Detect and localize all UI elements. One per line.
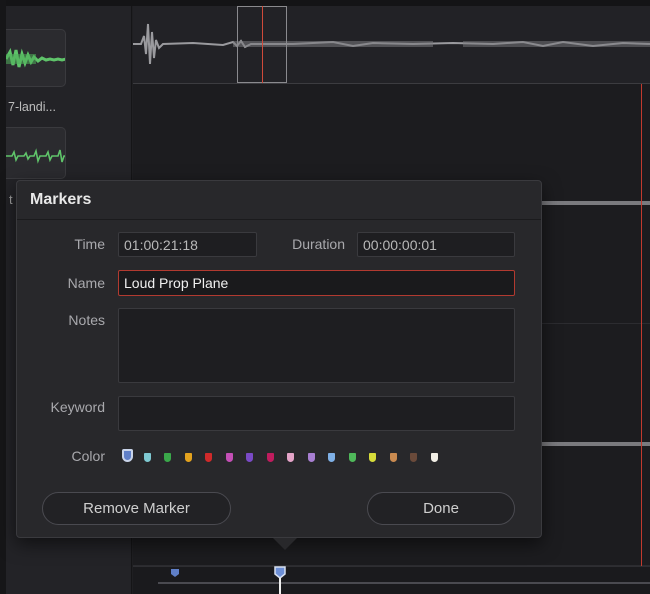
color-swatch-13[interactable] — [389, 453, 397, 462]
color-swatch-8[interactable] — [287, 453, 294, 462]
overview-playhead — [262, 6, 263, 83]
color-swatch-15[interactable] — [430, 453, 438, 462]
time-label: Time — [74, 236, 105, 252]
color-swatch-7[interactable] — [266, 453, 274, 462]
audio-clip-thumbnail-1[interactable] — [6, 29, 66, 87]
color-swatch-3[interactable] — [184, 453, 192, 462]
time-field[interactable]: 01:00:21:18 — [118, 232, 257, 257]
color-swatch-10[interactable] — [328, 453, 335, 462]
color-swatch-5[interactable] — [225, 453, 233, 462]
color-label: Color — [71, 448, 105, 464]
audio-clip-thumbnail-2[interactable] — [6, 127, 66, 179]
color-swatch-14[interactable] — [410, 453, 417, 462]
clip-name-2-partial: t — [9, 192, 13, 207]
waveform-icon — [6, 47, 65, 68]
selected-marker-icon[interactable] — [273, 565, 287, 594]
color-swatch-12[interactable] — [369, 453, 376, 462]
marker-pin-icon[interactable] — [170, 568, 180, 578]
clip-name-1[interactable]: 7-landi... — [8, 100, 56, 114]
color-swatch-6[interactable] — [246, 453, 253, 462]
duration-field[interactable]: 00:00:00:01 — [357, 232, 515, 257]
waveform-icon — [6, 148, 65, 164]
marker-ruler[interactable] — [133, 566, 650, 594]
title-divider — [17, 219, 541, 220]
keyword-label: Keyword — [50, 399, 105, 415]
keyword-input[interactable] — [118, 396, 515, 431]
color-swatch-0[interactable] — [122, 449, 133, 462]
color-swatch-4[interactable] — [205, 453, 212, 462]
notes-textarea[interactable] — [118, 308, 515, 383]
overview-waveform — [133, 23, 650, 65]
done-button[interactable]: Done — [367, 492, 515, 525]
color-swatch-11[interactable] — [348, 453, 356, 462]
duration-label: Duration — [292, 236, 345, 252]
timeline-playhead[interactable] — [641, 84, 642, 570]
color-swatch-2[interactable] — [164, 453, 171, 462]
name-label: Name — [67, 275, 105, 291]
color-swatch-1[interactable] — [143, 453, 151, 462]
audio-overview-track[interactable] — [133, 6, 650, 84]
color-swatch-9[interactable] — [307, 453, 315, 462]
remove-marker-button[interactable]: Remove Marker — [42, 492, 231, 525]
dialog-title: Markers — [30, 191, 92, 208]
dialog-pointer — [273, 538, 297, 550]
davinci-resolve-app: 7-landi... t Markers Time 01:00:21:18 Du… — [0, 0, 650, 594]
markers-dialog: Markers Time 01:00:21:18 Duration 00:00:… — [16, 180, 542, 550]
ruler-line — [158, 582, 650, 584]
notes-label: Notes — [68, 312, 105, 328]
name-input[interactable]: Loud Prop Plane — [118, 270, 515, 296]
